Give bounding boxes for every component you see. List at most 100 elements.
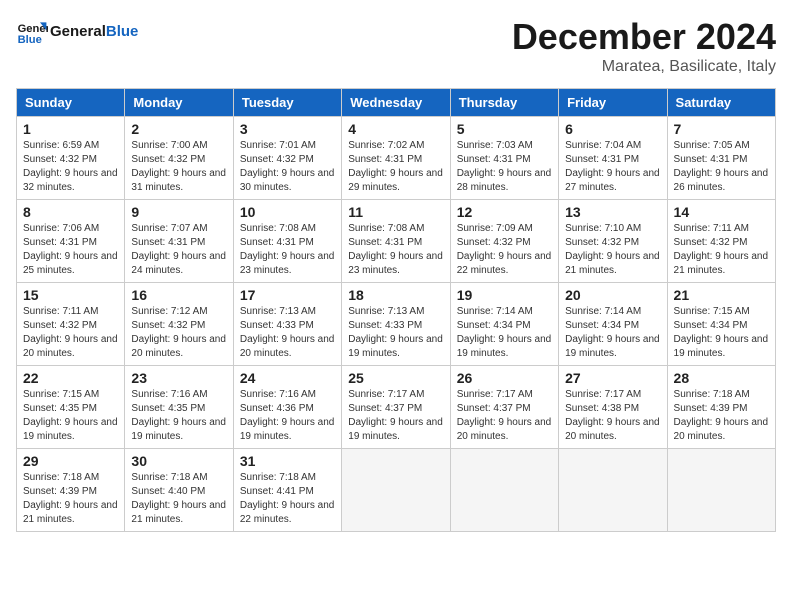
day-info: Sunrise: 7:16 AMSunset: 4:35 PMDaylight:…	[131, 388, 226, 444]
day-info: Sunrise: 6:59 AMSunset: 4:32 PMDaylight:…	[23, 139, 118, 195]
day-info: Sunrise: 7:02 AMSunset: 4:31 PMDaylight:…	[348, 139, 443, 195]
col-thursday: Thursday	[450, 89, 558, 117]
day-number: 31	[240, 453, 335, 469]
day-number: 18	[348, 287, 443, 303]
calendar-cell	[667, 449, 775, 532]
logo-text-general: General	[50, 23, 106, 40]
calendar-cell: 22Sunrise: 7:15 AMSunset: 4:35 PMDayligh…	[17, 366, 125, 449]
calendar-cell: 14Sunrise: 7:11 AMSunset: 4:32 PMDayligh…	[667, 200, 775, 283]
day-info: Sunrise: 7:13 AMSunset: 4:33 PMDaylight:…	[348, 305, 443, 361]
calendar-cell: 31 Sunrise: 7:18 AMSunset: 4:41 PMDayligh…	[233, 449, 341, 532]
day-info: Sunrise: 7:04 AMSunset: 4:31 PMDaylight:…	[565, 139, 660, 195]
day-info: Sunrise: 7:08 AMSunset: 4:31 PMDaylight:…	[240, 222, 335, 278]
day-number: 11	[348, 204, 443, 220]
day-info: Sunrise: 7:01 AMSunset: 4:32 PMDaylight:…	[240, 139, 335, 195]
day-number: 22	[23, 370, 118, 386]
calendar-cell: 11 Sunrise: 7:08 AMSunset: 4:31 PMDayligh…	[342, 200, 450, 283]
day-info: Sunrise: 7:14 AMSunset: 4:34 PMDaylight:…	[565, 305, 660, 361]
day-info: Sunrise: 7:16 AMSunset: 4:36 PMDaylight:…	[240, 388, 335, 444]
col-saturday: Saturday	[667, 89, 775, 117]
calendar-cell: 25 Sunrise: 7:17 AMSunset: 4:37 PMDayligh…	[342, 366, 450, 449]
day-number: 5	[457, 121, 552, 137]
calendar-cell: 18 Sunrise: 7:13 AMSunset: 4:33 PMDayligh…	[342, 283, 450, 366]
day-number: 23	[131, 370, 226, 386]
calendar-cell: 27Sunrise: 7:17 AMSunset: 4:38 PMDayligh…	[559, 366, 667, 449]
day-number: 14	[674, 204, 769, 220]
calendar-cell	[450, 449, 558, 532]
day-number: 9	[131, 204, 226, 220]
calendar-week-row-2: 8Sunrise: 7:06 AMSunset: 4:31 PMDaylight…	[17, 200, 776, 283]
day-info: Sunrise: 7:06 AMSunset: 4:31 PMDaylight:…	[23, 222, 118, 278]
title-area: December 2024 Maratea, Basilicate, Italy	[512, 16, 776, 76]
day-number: 27	[565, 370, 660, 386]
calendar-cell: 16 Sunrise: 7:12 AMSunset: 4:32 PMDayligh…	[125, 283, 233, 366]
calendar-week-row-5: 29 Sunrise: 7:18 AMSunset: 4:39 PMDayligh…	[17, 449, 776, 532]
calendar-header-row: Sunday Monday Tuesday Wednesday Thursday…	[17, 89, 776, 117]
day-number: 24	[240, 370, 335, 386]
calendar-cell	[559, 449, 667, 532]
calendar-cell: 6 Sunrise: 7:04 AMSunset: 4:31 PMDaylight…	[559, 117, 667, 200]
calendar-cell: 9 Sunrise: 7:07 AMSunset: 4:31 PMDaylight…	[125, 200, 233, 283]
day-info: Sunrise: 7:18 AMSunset: 4:39 PMDaylight:…	[23, 471, 118, 527]
day-info: Sunrise: 7:18 AMSunset: 4:40 PMDaylight:…	[131, 471, 226, 527]
day-info: Sunrise: 7:10 AMSunset: 4:32 PMDaylight:…	[565, 222, 660, 278]
col-sunday: Sunday	[17, 89, 125, 117]
day-number: 2	[131, 121, 226, 137]
day-number: 19	[457, 287, 552, 303]
calendar-cell: 13Sunrise: 7:10 AMSunset: 4:32 PMDayligh…	[559, 200, 667, 283]
calendar-cell: 21 Sunrise: 7:15 AMSunset: 4:34 PMDayligh…	[667, 283, 775, 366]
day-number: 1	[23, 121, 118, 137]
day-number: 25	[348, 370, 443, 386]
day-number: 7	[674, 121, 769, 137]
col-tuesday: Tuesday	[233, 89, 341, 117]
calendar-cell: 15Sunrise: 7:11 AMSunset: 4:32 PMDayligh…	[17, 283, 125, 366]
day-info: Sunrise: 7:18 AMSunset: 4:41 PMDaylight:…	[240, 471, 335, 527]
col-wednesday: Wednesday	[342, 89, 450, 117]
day-info: Sunrise: 7:13 AMSunset: 4:33 PMDaylight:…	[240, 305, 335, 361]
calendar-cell: 28Sunrise: 7:18 AMSunset: 4:39 PMDayligh…	[667, 366, 775, 449]
col-monday: Monday	[125, 89, 233, 117]
calendar-cell: 5Sunrise: 7:03 AMSunset: 4:31 PMDaylight…	[450, 117, 558, 200]
day-info: Sunrise: 7:00 AMSunset: 4:32 PMDaylight:…	[131, 139, 226, 195]
calendar-cell: 2 Sunrise: 7:00 AMSunset: 4:32 PMDaylight…	[125, 117, 233, 200]
calendar-cell	[342, 449, 450, 532]
day-number: 26	[457, 370, 552, 386]
calendar-cell: 29 Sunrise: 7:18 AMSunset: 4:39 PMDayligh…	[17, 449, 125, 532]
calendar-cell: 10 Sunrise: 7:08 AMSunset: 4:31 PMDayligh…	[233, 200, 341, 283]
day-info: Sunrise: 7:05 AMSunset: 4:31 PMDaylight:…	[674, 139, 769, 195]
day-info: Sunrise: 7:17 AMSunset: 4:37 PMDaylight:…	[348, 388, 443, 444]
location-title: Maratea, Basilicate, Italy	[512, 58, 776, 76]
calendar-cell: 23 Sunrise: 7:16 AMSunset: 4:35 PMDayligh…	[125, 366, 233, 449]
day-info: Sunrise: 7:09 AMSunset: 4:32 PMDaylight:…	[457, 222, 552, 278]
day-info: Sunrise: 7:14 AMSunset: 4:34 PMDaylight:…	[457, 305, 552, 361]
day-info: Sunrise: 7:08 AMSunset: 4:31 PMDaylight:…	[348, 222, 443, 278]
calendar-week-row-4: 22Sunrise: 7:15 AMSunset: 4:35 PMDayligh…	[17, 366, 776, 449]
calendar-cell: 1 Sunrise: 6:59 AMSunset: 4:32 PMDaylight…	[17, 117, 125, 200]
day-info: Sunrise: 7:15 AMSunset: 4:34 PMDaylight:…	[674, 305, 769, 361]
calendar-week-row-3: 15Sunrise: 7:11 AMSunset: 4:32 PMDayligh…	[17, 283, 776, 366]
calendar-cell: 19 Sunrise: 7:14 AMSunset: 4:34 PMDayligh…	[450, 283, 558, 366]
calendar-cell: 7 Sunrise: 7:05 AMSunset: 4:31 PMDaylight…	[667, 117, 775, 200]
calendar-cell: 20 Sunrise: 7:14 AMSunset: 4:34 PMDayligh…	[559, 283, 667, 366]
calendar-cell: 30 Sunrise: 7:18 AMSunset: 4:40 PMDayligh…	[125, 449, 233, 532]
day-number: 6	[565, 121, 660, 137]
day-number: 21	[674, 287, 769, 303]
logo-icon: General Blue	[16, 16, 48, 48]
day-number: 30	[131, 453, 226, 469]
calendar-cell: 4Sunrise: 7:02 AMSunset: 4:31 PMDaylight…	[342, 117, 450, 200]
logo-text-blue: Blue	[106, 23, 139, 40]
day-number: 28	[674, 370, 769, 386]
day-number: 12	[457, 204, 552, 220]
day-info: Sunrise: 7:07 AMSunset: 4:31 PMDaylight:…	[131, 222, 226, 278]
calendar-cell: 3Sunrise: 7:01 AMSunset: 4:32 PMDaylight…	[233, 117, 341, 200]
day-number: 16	[131, 287, 226, 303]
day-number: 10	[240, 204, 335, 220]
day-number: 29	[23, 453, 118, 469]
calendar-cell: 17 Sunrise: 7:13 AMSunset: 4:33 PMDayligh…	[233, 283, 341, 366]
day-info: Sunrise: 7:12 AMSunset: 4:32 PMDaylight:…	[131, 305, 226, 361]
calendar-cell: 12 Sunrise: 7:09 AMSunset: 4:32 PMDayligh…	[450, 200, 558, 283]
calendar-table: Sunday Monday Tuesday Wednesday Thursday…	[16, 88, 776, 532]
day-number: 20	[565, 287, 660, 303]
svg-text:Blue: Blue	[18, 34, 42, 46]
day-number: 17	[240, 287, 335, 303]
